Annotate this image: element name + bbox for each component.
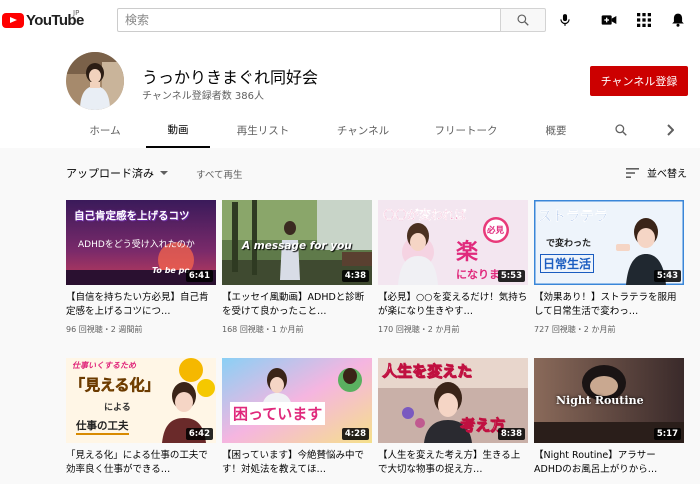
subscribe-button[interactable]: チャンネル登録 — [590, 66, 688, 96]
search-icon — [615, 124, 627, 136]
video-thumbnail[interactable]: ストラテラ で変わった 日常生活 5:43 — [534, 200, 684, 285]
video-card[interactable]: 仕事いくするため 「見える化」 による 仕事の工夫 6:42 「見える化」による… — [66, 358, 216, 477]
video-duration: 5:43 — [653, 270, 681, 282]
video-thumbnail[interactable]: 〇〇が変われば 必見 楽 になりま 5:53 — [378, 200, 528, 285]
tab-playlists[interactable]: 再生リスト — [228, 112, 298, 148]
video-duration: 6:42 — [185, 428, 213, 440]
video-title[interactable]: 【自信を持ちたい方必見】自己肯定感を上げるコツにつ… — [66, 291, 216, 319]
video-title[interactable]: 【困っています】今絶賛悩み中です！対処法を教えてほ… — [222, 449, 372, 477]
create-button[interactable] — [599, 10, 619, 30]
caret-down-icon — [160, 171, 168, 175]
filter-bar: アップロード済み すべて再生 並べ替え — [0, 148, 700, 198]
video-meta: 96 回視聴・2 週間前 — [66, 325, 143, 334]
sort-icon — [626, 167, 639, 178]
video-thumbnail[interactable]: 自己肯定感を上げるコツ ADHDをどう受け入れたのか To be po 6:41 — [66, 200, 216, 285]
video-thumbnail[interactable]: 仕事いくするため 「見える化」 による 仕事の工夫 6:42 — [66, 358, 216, 443]
youtube-logo[interactable]: YouTube — [2, 11, 84, 29]
microphone-icon — [560, 14, 570, 26]
avatar-image — [66, 52, 124, 110]
create-video-icon — [601, 15, 617, 25]
video-duration: 5:53 — [497, 270, 525, 282]
tab-videos[interactable]: 動画 — [146, 112, 210, 148]
video-meta: 170 回視聴・2 か月前 — [378, 325, 460, 334]
uploads-dropdown-label: アップロード済み — [66, 167, 154, 180]
video-duration: 4:28 — [341, 428, 369, 440]
notifications-button[interactable] — [668, 10, 688, 30]
thumbnail-caption: になりま — [456, 268, 500, 281]
video-card[interactable]: 〇〇が変われば 必見 楽 になりま 5:53 【必見】○○を変えるだけ！気持ちが… — [378, 200, 528, 335]
video-card[interactable]: ストラテラ で変わった 日常生活 5:43 【効果あり！】ストラテラを服用して日… — [534, 200, 684, 335]
chevron-right-icon — [667, 124, 674, 136]
search-icon — [517, 14, 529, 26]
thumbnail-caption: 仕事の工夫 — [76, 418, 129, 435]
channel-avatar[interactable] — [66, 52, 124, 110]
video-card[interactable]: A message for you 4:38 【エッセイ風動画】ADHDと診断を… — [222, 200, 372, 335]
video-title[interactable]: 「見える化」による仕事の工夫で効率良く仕事ができる… — [66, 449, 216, 477]
video-title[interactable]: 【効果あり！】ストラテラを服用して日常生活で変わっ… — [534, 291, 684, 319]
thumbnail-caption: 仕事いくするため — [72, 361, 136, 370]
video-card[interactable]: Night Routine 5:17 【Night Routine】アラサーAD… — [534, 358, 684, 477]
thumbnail-caption: 困っています — [230, 402, 326, 425]
thumbnail-caption: ストラテラ — [538, 209, 608, 225]
video-title[interactable]: 【必見】○○を変えるだけ！気持ちが楽になり生きやす… — [378, 291, 528, 319]
video-thumbnail[interactable]: 困っています 4:28 — [222, 358, 372, 443]
video-duration: 6:41 — [185, 270, 213, 282]
logo-region: JP — [73, 9, 80, 17]
sort-button[interactable]: 並べ替え — [626, 165, 687, 180]
channel-search-button[interactable] — [610, 112, 632, 148]
thumbnail-caption: Night Routine — [556, 394, 644, 407]
video-title[interactable]: 【エッセイ風動画】ADHDと診断を受けて良かったこと… — [222, 291, 372, 319]
notifications-bell-icon — [672, 13, 684, 27]
search-button[interactable] — [500, 8, 546, 32]
thumbnail-caption: To be po — [152, 266, 190, 275]
video-duration: 5:17 — [653, 428, 681, 440]
video-meta: 168 回視聴・1 か月前 — [222, 325, 304, 334]
thumbnail-caption: 必見 — [487, 226, 505, 236]
apps-grid-icon — [637, 13, 651, 27]
sort-label: 並べ替え — [647, 169, 687, 180]
video-duration: 8:38 — [497, 428, 525, 440]
channel-name[interactable]: うっかりきまぐれ同好会 — [142, 64, 318, 88]
play-all-link[interactable]: すべて再生 — [196, 167, 242, 181]
video-thumbnail[interactable]: Night Routine 5:17 — [534, 358, 684, 443]
video-title[interactable]: 【人生を変えた考え方】生きる上で大切な物事の捉え方… — [378, 449, 528, 477]
thumbnail-caption: 楽 — [456, 240, 479, 265]
thumbnail-caption: ADHDをどう受け入れたのか — [78, 240, 195, 250]
video-duration: 4:38 — [341, 270, 369, 282]
thumbnail-caption: による — [104, 403, 131, 413]
thumbnail-caption: 〇〇が変われば — [383, 208, 467, 222]
search-box — [117, 8, 501, 32]
thumbnail-caption: で変わった — [546, 239, 592, 249]
tabs-scroll-right-button[interactable] — [660, 112, 680, 148]
video-thumbnail[interactable]: 人生を変えた 考え方 8:38 — [378, 358, 528, 443]
masthead: YouTube JP — [0, 0, 700, 40]
thumbnail-caption: 日常生活 — [540, 254, 595, 273]
youtube-play-icon — [2, 12, 24, 28]
channel-tabs: ホーム 動画 再生リスト チャンネル フリートーク 概要 — [0, 112, 700, 148]
subscriber-count: チャンネル登録者数 386人 — [142, 91, 264, 102]
thumbnail-caption: 自己肯定感を上げるコツ — [74, 210, 190, 222]
channel-header: うっかりきまぐれ同好会 チャンネル登録者数 386人 チャンネル登録 ホーム 動… — [0, 40, 700, 148]
video-card[interactable]: 困っています 4:28 【困っています】今絶賛悩み中です！対処法を教えてほ… — [222, 358, 372, 477]
video-title[interactable]: 【Night Routine】アラサーADHDのお風呂上がりから… — [534, 449, 684, 477]
video-card[interactable]: 人生を変えた 考え方 8:38 【人生を変えた考え方】生きる上で大切な物事の捉え… — [378, 358, 528, 477]
voice-search-button[interactable] — [554, 9, 576, 31]
thumbnail-caption: 人生を変えた — [382, 362, 473, 381]
thumbnail-caption: A message for you — [242, 240, 352, 252]
tab-free-talk[interactable]: フリートーク — [426, 112, 506, 148]
search-input[interactable] — [118, 9, 500, 31]
uploads-dropdown[interactable]: アップロード済み — [66, 165, 171, 181]
video-thumbnail[interactable]: A message for you 4:38 — [222, 200, 372, 285]
video-card[interactable]: 自己肯定感を上げるコツ ADHDをどう受け入れたのか To be po 6:41… — [66, 200, 216, 335]
thumbnail-caption: 「見える化」 — [70, 376, 160, 395]
video-meta: 727 回視聴・2 か月前 — [534, 325, 616, 334]
tab-about[interactable]: 概要 — [538, 112, 574, 148]
tab-home[interactable]: ホーム — [84, 112, 126, 148]
apps-button[interactable] — [634, 10, 654, 30]
tab-channels[interactable]: チャンネル — [328, 112, 398, 148]
